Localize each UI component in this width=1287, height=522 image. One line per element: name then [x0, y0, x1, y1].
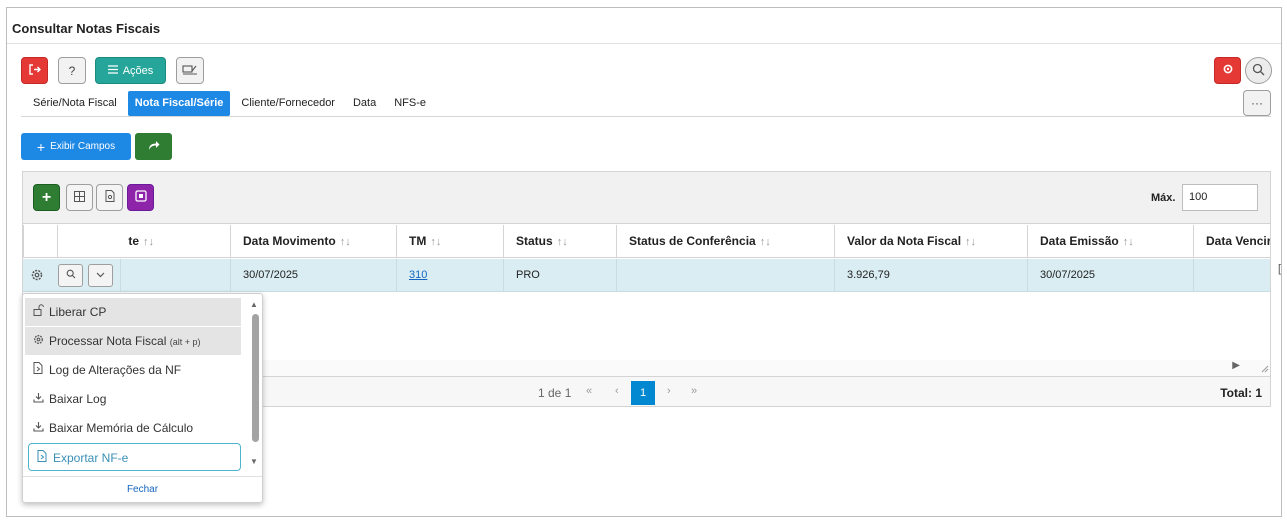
cell-data-movimento: 30/07/2025	[230, 259, 396, 292]
column-header[interactable]: Valor da Nota Fiscal ↑↓	[834, 225, 1027, 258]
max-results-input[interactable]: 100	[1182, 184, 1258, 211]
tm-link[interactable]: 310	[409, 269, 427, 281]
current-page-button[interactable]: 1	[631, 381, 655, 405]
cell-tm: 310	[396, 259, 503, 292]
grid-icon	[74, 190, 85, 205]
column-header[interactable]: Data Movimento ↑↓	[230, 225, 396, 258]
help-label: ?	[68, 63, 76, 78]
cell-status: PRO	[503, 259, 616, 292]
document-button[interactable]	[96, 184, 123, 211]
table-header: te ↑↓ Data Movimento ↑↓ TM ↑↓ Status ↑↓ Stat…	[23, 225, 1270, 258]
row-gear-icon[interactable]	[30, 268, 44, 285]
share-button[interactable]	[135, 133, 172, 160]
gear-icon	[1222, 63, 1234, 78]
layout-button[interactable]	[66, 184, 93, 211]
menu-item-log-alteracoes[interactable]: Log de Alterações da NF	[25, 356, 241, 384]
scroll-right-icon[interactable]: ▶	[1232, 360, 1240, 371]
exit-button[interactable]	[21, 57, 48, 84]
export-button[interactable]	[127, 184, 154, 211]
menu-item-liberar-cp[interactable]: Liberar CP	[25, 298, 241, 326]
column-header[interactable]: te ↑↓	[57, 225, 230, 258]
plus-icon: +	[41, 188, 52, 206]
column-header[interactable]: Data Vencir	[1193, 225, 1270, 258]
scroll-down-icon[interactable]: ▼	[250, 457, 258, 466]
menu-divider	[23, 476, 262, 477]
more-options-button[interactable]: ···	[1243, 90, 1271, 116]
column-header[interactable]: Data Emissão ↑↓	[1027, 225, 1193, 258]
help-button[interactable]: ?	[58, 57, 86, 84]
cell-data-vencimento	[1193, 259, 1270, 292]
fechar-button[interactable]: Fechar	[23, 484, 262, 495]
unlock-icon	[32, 299, 44, 327]
exit-icon	[28, 63, 41, 79]
table-row[interactable]: 30/07/2025 310 PRO 3.926,79 30/07/2025	[23, 259, 1270, 292]
row-actions-menu: Liberar CP Processar Nota Fiscal (alt + …	[22, 293, 263, 503]
header-spacer	[23, 225, 57, 258]
tab-cliente-fornecedor[interactable]: Cliente/Fornecedor	[234, 91, 342, 116]
title-divider	[7, 43, 1281, 44]
settings-button[interactable]	[1214, 57, 1241, 84]
download-icon	[32, 386, 44, 414]
cell-valor: 3.926,79	[834, 259, 1027, 292]
document-icon	[105, 190, 115, 205]
column-header[interactable]: TM ↑↓	[396, 225, 503, 258]
signature-button[interactable]	[176, 57, 204, 84]
download-icon	[32, 415, 44, 443]
menu-scrollbar[interactable]: ▲ ▼	[250, 300, 260, 468]
search-icon	[66, 269, 76, 282]
column-header[interactable]: Status de Conferência ↑↓	[616, 225, 834, 258]
signature-icon	[182, 63, 198, 78]
search-tabs: Série/Nota Fiscal Nota Fiscal/Série Clie…	[26, 91, 437, 116]
acoes-button[interactable]: Ações	[95, 57, 166, 84]
tab-data[interactable]: Data	[346, 91, 383, 116]
search-icon	[1252, 63, 1265, 79]
max-label: Máx.	[1151, 192, 1176, 204]
first-page-button[interactable]: «	[586, 385, 592, 397]
grid-toolbar: + Máx. 100	[23, 172, 1270, 224]
tab-nfs-e[interactable]: NFS-e	[387, 91, 433, 116]
tabs-divider	[21, 116, 1271, 117]
plus-icon: +	[36, 138, 46, 155]
chevron-down-icon	[96, 270, 105, 281]
menu-item-baixar-memoria-calculo[interactable]: Baixar Memória de Cálculo	[25, 414, 241, 442]
page-info: 1 de 1	[538, 386, 572, 400]
share-icon	[148, 140, 160, 154]
menu-item-baixar-log[interactable]: Baixar Log	[25, 385, 241, 413]
gear-icon	[32, 328, 44, 356]
more-label: ···	[1251, 96, 1263, 110]
total-count: Total: 1	[1220, 386, 1262, 400]
search-button[interactable]	[1245, 57, 1272, 84]
cell-status-conferencia	[616, 259, 834, 292]
prev-page-button[interactable]: ‹	[615, 385, 619, 397]
scrollbar-thumb[interactable]	[252, 314, 259, 442]
tab-nota-fiscal-serie[interactable]: Nota Fiscal/Série	[127, 91, 231, 116]
next-page-button[interactable]: ›	[667, 385, 671, 397]
last-page-button[interactable]: »	[691, 385, 697, 397]
row-view-button[interactable]	[58, 264, 83, 287]
export-icon	[36, 445, 48, 473]
resize-handle-icon[interactable]	[1259, 362, 1269, 376]
cell-col1	[120, 259, 230, 292]
add-row-button[interactable]: +	[33, 184, 60, 211]
row-menu-toggle[interactable]	[88, 264, 113, 287]
log-icon	[32, 357, 44, 385]
page-title: Consultar Notas Fiscais	[12, 21, 161, 36]
export-icon	[134, 190, 147, 205]
menu-item-exportar-nfe[interactable]: Exportar NF-e	[28, 443, 241, 471]
column-header[interactable]: Status ↑↓	[503, 225, 616, 258]
scroll-up-icon[interactable]: ▲	[250, 300, 258, 309]
menu-item-processar-nota-fiscal[interactable]: Processar Nota Fiscal (alt + p)	[25, 327, 241, 355]
menu-lines-icon	[107, 64, 118, 77]
cell-data-emissao: 30/07/2025	[1027, 259, 1193, 292]
exibir-campos-button[interactable]: + Exibir Campos	[21, 133, 131, 160]
acoes-label: Ações	[122, 64, 154, 77]
edge-marker: [	[1278, 263, 1282, 275]
tab-serie-nota-fiscal[interactable]: Série/Nota Fiscal	[26, 91, 124, 116]
exibir-campos-label: Exibir Campos	[50, 141, 116, 152]
